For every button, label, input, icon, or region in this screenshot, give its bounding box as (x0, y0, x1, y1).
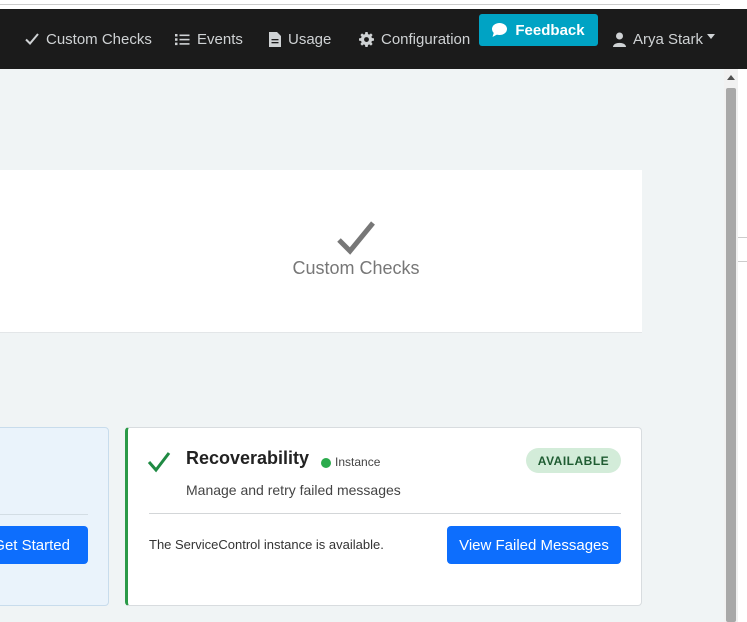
nav-custom-checks-label: Custom Checks (46, 30, 152, 48)
feedback-button[interactable]: Feedback (479, 14, 598, 46)
custom-checks-label: Custom Checks (292, 258, 420, 278)
status-dot-icon (321, 458, 331, 468)
left-card (0, 427, 109, 606)
file-icon (269, 31, 281, 47)
recoverability-divider (149, 513, 621, 514)
nav-events-label: Events (197, 30, 243, 48)
recoverability-description: Manage and retry failed messages (186, 482, 401, 498)
success-check-icon (147, 452, 171, 473)
nav-configuration[interactable]: Configuration (359, 9, 470, 69)
nav-configuration-label: Configuration (381, 30, 471, 48)
scroll-up-arrow-icon[interactable] (724, 69, 738, 86)
custom-checks-card (0, 170, 642, 333)
nav-events[interactable]: Events (175, 9, 243, 69)
right-edge-panel (738, 69, 747, 622)
left-card-divider (0, 514, 88, 515)
user-icon (613, 32, 626, 47)
browser-top-strip (0, 0, 747, 9)
scrollbar-thumb[interactable] (726, 88, 736, 622)
caret-down-icon (707, 33, 716, 39)
status-badge: AVAILABLE (526, 448, 621, 473)
comment-icon (492, 23, 508, 37)
nav-usage-label: Usage (288, 30, 332, 48)
gear-icon (359, 31, 374, 47)
feedback-label: Feedback (515, 21, 585, 39)
top-navbar: Custom Checks Events Usage Configuration… (0, 9, 747, 69)
list-icon (175, 33, 190, 45)
instance-label: Instance (335, 455, 381, 469)
recoverability-title: Recoverability (186, 448, 310, 468)
get-started-button[interactable]: Get Started (0, 526, 88, 564)
user-name: Arya Stark (633, 30, 704, 48)
checkmark-icon (337, 221, 375, 255)
nav-custom-checks[interactable]: Custom Checks (25, 9, 152, 69)
recoverability-status-text: The ServiceControl instance is available… (149, 537, 384, 552)
nav-usage[interactable]: Usage (269, 9, 331, 69)
view-failed-messages-button[interactable]: View Failed Messages (447, 526, 621, 564)
user-menu[interactable]: Arya Stark (613, 9, 716, 69)
check-icon (25, 33, 39, 45)
